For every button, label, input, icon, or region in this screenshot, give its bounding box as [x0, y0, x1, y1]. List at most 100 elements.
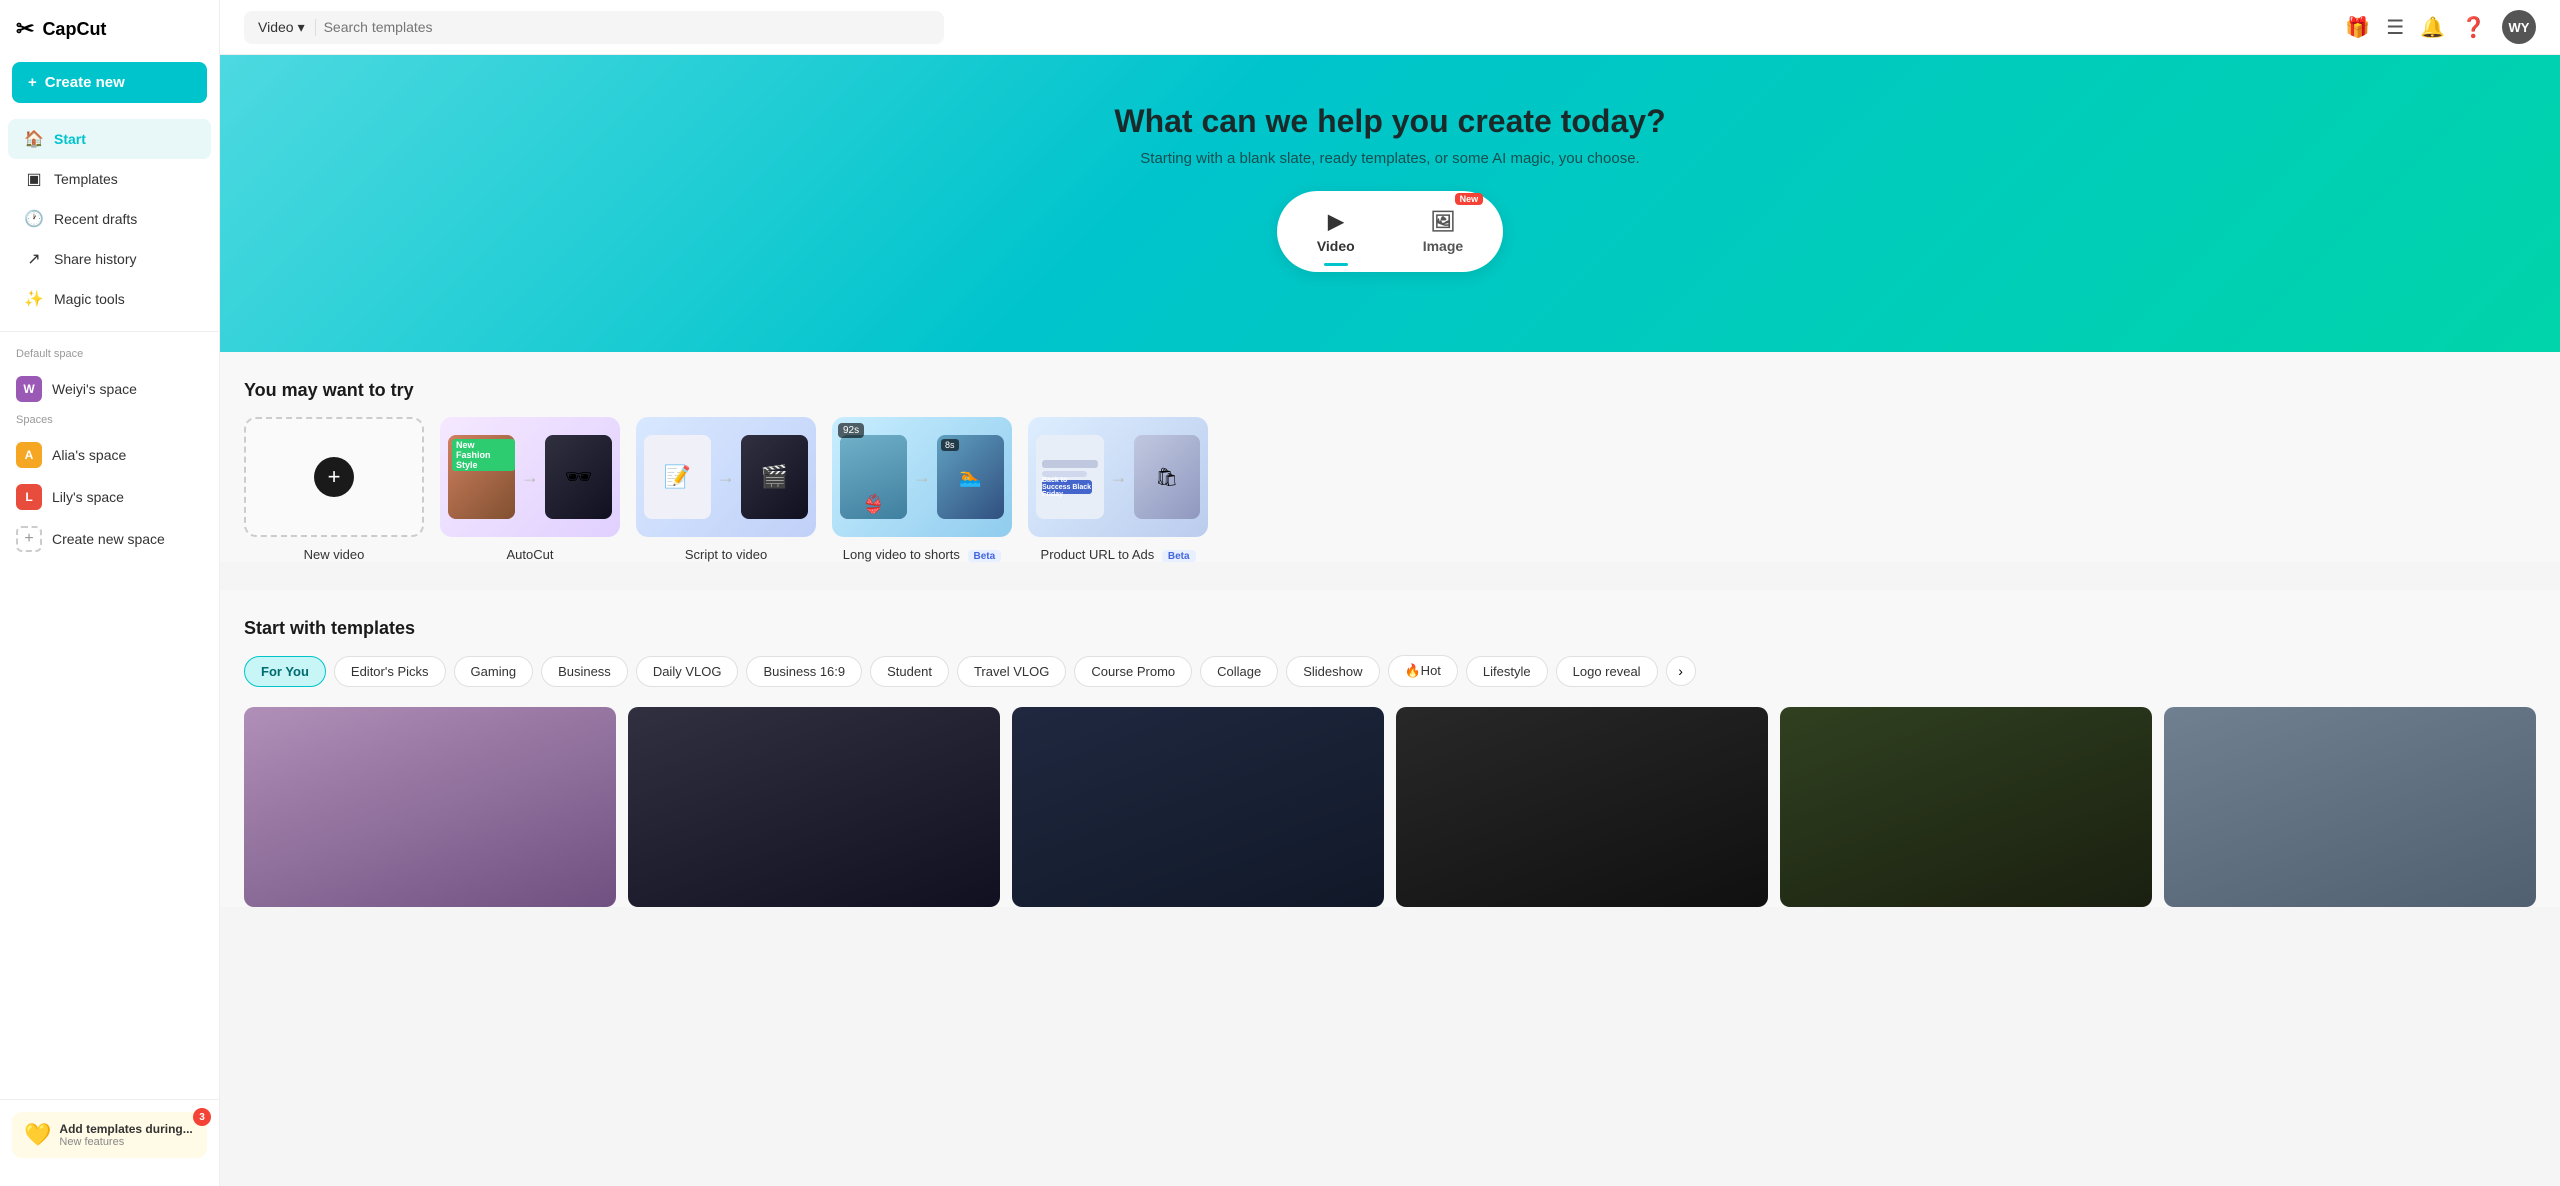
hero-subtitle: Starting with a blank slate, ready templ…: [244, 150, 2536, 167]
gift-icon[interactable]: 🎁: [2345, 15, 2370, 40]
tab-business-169[interactable]: Business 16:9: [746, 656, 862, 687]
video-tab-label: Video: [1317, 238, 1355, 254]
new-badge: New: [1455, 193, 1484, 205]
template-card-6[interactable]: [2164, 707, 2536, 907]
try-cards-row: + New video New Fashion Style → 🕶: [244, 417, 2536, 562]
tab-travel-vlog[interactable]: Travel VLOG: [957, 656, 1066, 687]
template-grid: [244, 707, 2536, 907]
add-templates-card[interactable]: 💛 Add templates during... New features 3: [12, 1112, 207, 1158]
template-card-3[interactable]: [1012, 707, 1384, 907]
try-card-autocut[interactable]: New Fashion Style → 🕶 AutoCut: [440, 417, 620, 562]
default-space-name: Weiyi's space: [52, 381, 137, 397]
add-templates-icon: 💛: [24, 1122, 51, 1148]
sidebar-item-start[interactable]: 🏠 Start: [8, 119, 211, 159]
script-to-video-label: Script to video: [685, 547, 767, 562]
template-card-1[interactable]: [244, 707, 616, 907]
magic-icon: ✨: [24, 289, 44, 309]
alia-avatar: A: [16, 442, 42, 468]
sidebar-item-magic-tools[interactable]: ✨ Magic tools: [8, 279, 211, 319]
nav-label-magic-tools: Magic tools: [54, 291, 125, 307]
try-card-product-url[interactable]: Back to Success Black Friday → 🛍 Product…: [1028, 417, 1208, 562]
template-card-5[interactable]: [1780, 707, 2152, 907]
space-item-lily[interactable]: L Lily's space: [0, 476, 219, 518]
bell-icon[interactable]: 🔔: [2420, 15, 2445, 40]
logo-text: CapCut: [42, 19, 106, 40]
tab-next-button[interactable]: ›: [1666, 656, 1696, 686]
template-tabs: For You Editor's Picks Gaming Business D…: [244, 655, 2536, 687]
tab-lifestyle[interactable]: Lifestyle: [1466, 656, 1548, 687]
add-templates-content: Add templates during... New features: [59, 1122, 192, 1148]
create-new-space-item[interactable]: + Create new space: [0, 518, 219, 560]
header: Video ▾ 🎁 ☰ 🔔 ❓ WY: [220, 0, 2560, 55]
tab-slideshow[interactable]: Slideshow: [1286, 656, 1379, 687]
search-type-label: Video: [258, 19, 294, 35]
tab-for-you[interactable]: For You: [244, 656, 326, 687]
script-visual: 📝 → 🎬: [636, 417, 816, 537]
default-space-label: Default space: [0, 344, 219, 368]
tab-collage[interactable]: Collage: [1200, 656, 1278, 687]
new-video-label: New video: [304, 547, 365, 562]
long-video-visual: 92s 👙 → 8s 🏊: [832, 417, 1012, 537]
search-bar: Video ▾: [244, 11, 944, 44]
lily-space-name: Lily's space: [52, 489, 124, 505]
templates-section-title: Start with templates: [244, 618, 2536, 639]
sidebar-item-share-history[interactable]: ↗ Share history: [8, 239, 211, 279]
tab-logo-reveal[interactable]: Logo reveal: [1556, 656, 1658, 687]
tab-editors-picks[interactable]: Editor's Picks: [334, 656, 446, 687]
default-space-avatar: W: [16, 376, 42, 402]
tab-daily-vlog[interactable]: Daily VLOG: [636, 656, 739, 687]
nav-label-share-history: Share history: [54, 251, 136, 267]
help-icon[interactable]: ❓: [2461, 15, 2486, 40]
long-video-label: Long video to shorts Beta: [843, 547, 1001, 562]
default-space-item[interactable]: W Weiyi's space: [0, 368, 219, 410]
hero-tabs: ▶ Video New 🖼 Image: [1277, 191, 1503, 272]
sidebar-item-templates[interactable]: ▣ Templates: [8, 159, 211, 199]
create-space-icon: +: [16, 526, 42, 552]
sidebar-item-recent-drafts[interactable]: 🕐 Recent drafts: [8, 199, 211, 239]
hero-tabs-container: ▶ Video New 🖼 Image: [244, 167, 2536, 272]
template-card-2[interactable]: [628, 707, 1000, 907]
lily-avatar: L: [16, 484, 42, 510]
notification-badge: 3: [193, 1108, 211, 1126]
share-icon: ↗: [24, 249, 44, 269]
add-templates-subtitle: New features: [59, 1136, 192, 1148]
try-section: You may want to try + New video New Fash…: [220, 352, 2560, 562]
create-new-button[interactable]: + Create new: [12, 62, 207, 103]
create-new-label: Create new: [45, 74, 125, 91]
hero-tab-video[interactable]: ▶ Video: [1285, 199, 1387, 264]
add-templates-title: Add templates during...: [59, 1122, 192, 1136]
search-type-dropdown[interactable]: Video ▾: [258, 19, 316, 36]
try-card-long-video[interactable]: 92s 👙 → 8s 🏊 Long video to shorts Beta: [832, 417, 1012, 562]
main-content: Video ▾ 🎁 ☰ 🔔 ❓ WY What can we help you …: [220, 0, 2560, 1186]
tab-gaming[interactable]: Gaming: [454, 656, 534, 687]
sidebar-divider-1: [0, 331, 219, 332]
new-video-visual: +: [244, 417, 424, 537]
templates-section: Start with templates For You Editor's Pi…: [220, 590, 2560, 907]
menu-icon[interactable]: ☰: [2386, 15, 2404, 40]
nav-label-recent-drafts: Recent drafts: [54, 211, 137, 227]
hero-tab-image[interactable]: New 🖼 Image: [1391, 199, 1495, 264]
tab-business[interactable]: Business: [541, 656, 628, 687]
sidebar-bottom: 💛 Add templates during... New features 3: [0, 1099, 219, 1170]
home-icon: 🏠: [24, 129, 44, 149]
tab-student[interactable]: Student: [870, 656, 949, 687]
clock-icon: 🕐: [24, 209, 44, 229]
tab-course-promo[interactable]: Course Promo: [1074, 656, 1192, 687]
autocut-visual: New Fashion Style → 🕶: [440, 417, 620, 537]
image-tab-label: Image: [1423, 238, 1463, 254]
hero-banner: What can we help you create today? Start…: [220, 55, 2560, 352]
avatar[interactable]: WY: [2502, 10, 2536, 44]
tab-hot[interactable]: 🔥Hot: [1388, 655, 1458, 687]
search-input[interactable]: [324, 19, 930, 35]
alia-space-name: Alia's space: [52, 447, 126, 463]
logo: ✂ CapCut: [0, 16, 219, 62]
create-new-plus-icon: +: [28, 74, 37, 91]
template-card-4[interactable]: [1396, 707, 1768, 907]
space-item-alia[interactable]: A Alia's space: [0, 434, 219, 476]
chevron-down-icon: ▾: [298, 19, 305, 36]
content-area: What can we help you create today? Start…: [220, 55, 2560, 1186]
autocut-label: AutoCut: [507, 547, 554, 562]
try-card-script-to-video[interactable]: 📝 → 🎬 Script to video: [636, 417, 816, 562]
header-icons: 🎁 ☰ 🔔 ❓ WY: [2345, 10, 2536, 44]
try-card-new-video[interactable]: + New video: [244, 417, 424, 562]
